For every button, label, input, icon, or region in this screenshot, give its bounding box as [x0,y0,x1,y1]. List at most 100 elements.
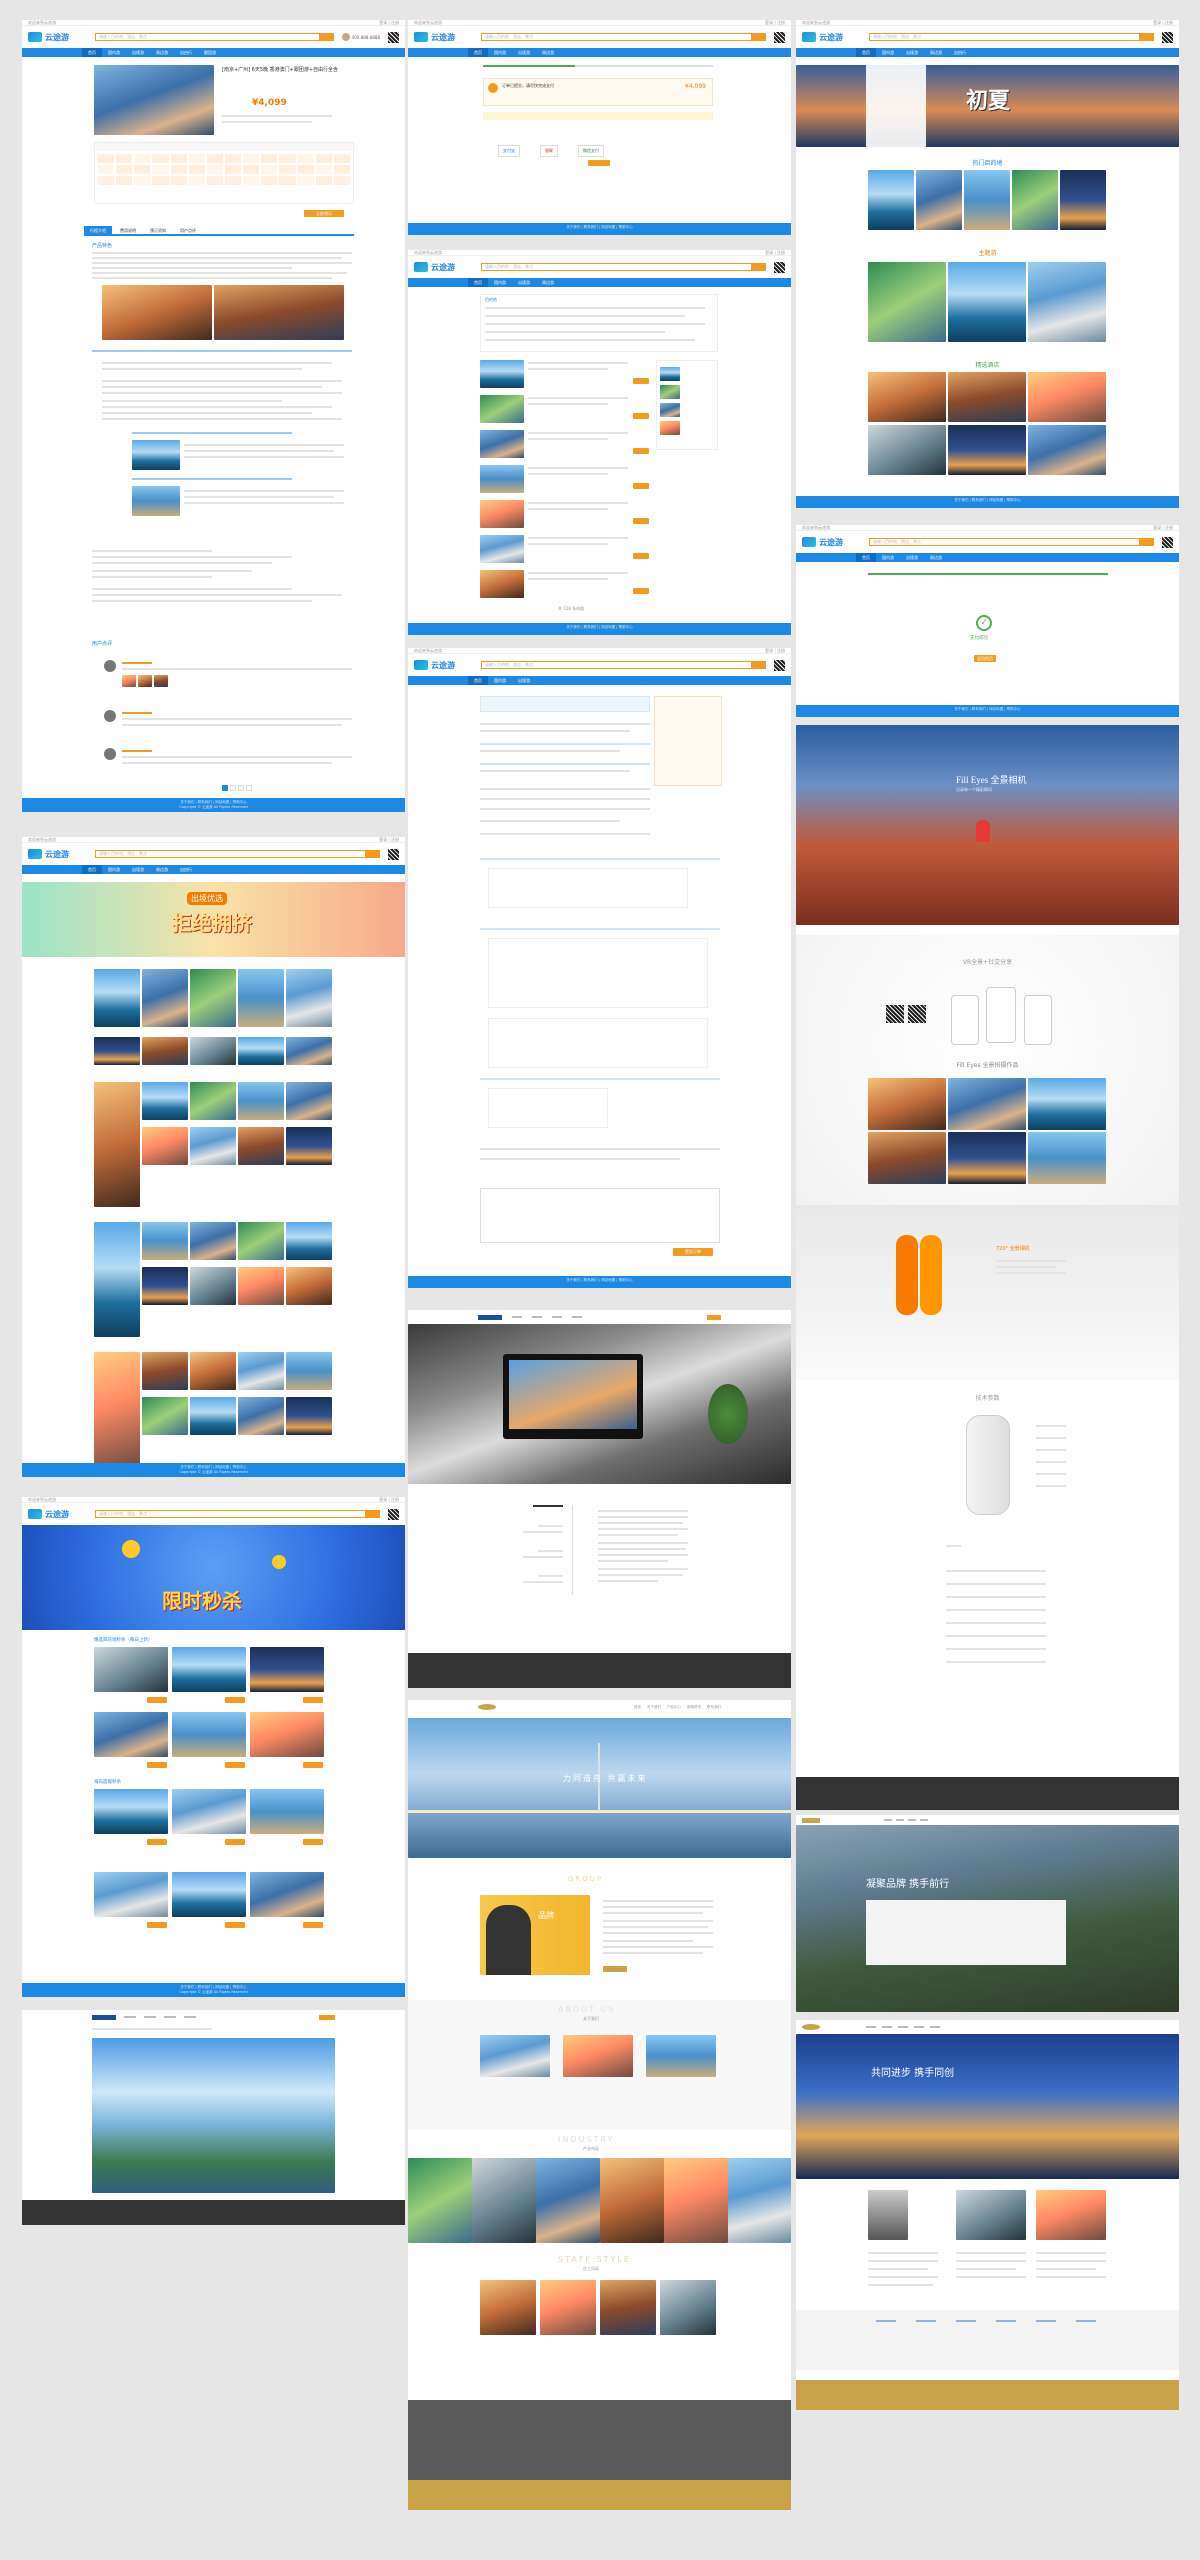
topic-banner: 出境优选 拒绝拥挤 [22,882,405,957]
order-amount: ¥4,099 [685,83,706,90]
pagination[interactable] [222,785,252,791]
staff-sub: 员工风采 [583,2266,599,2271]
city-banner: 共同进步 携手同创 [796,2034,1179,2179]
promo-banner: 初夏 [796,65,1179,147]
group-city-page: 共同进步 携手同创 [796,2020,1179,2410]
topic-page: 欢迎来到云途游 登录 | 注册 云途游 请输入目的地、酒店、景点 首页 国内游 出境游… [22,837,405,1477]
section-intro-title: 产品特色 [92,243,113,249]
book-button[interactable]: 立即预订 [304,210,344,217]
banner-title: 拒绝拥挤 [172,911,252,935]
app-title: VR全景+社交分享 [962,959,1013,966]
gallery-hero-image [92,2038,335,2193]
about-sub: 关于我们 [583,2016,599,2021]
company-intro-page [408,1310,791,1688]
detail-tabs: 行程介绍 费用说明 预订须知 用户点评 [84,226,354,236]
booking-widget[interactable] [866,65,926,147]
flash-sale-page: 欢迎来到云途游登录 | 注册 云途游 请输入目的地、酒店、景点 首页国内游出境游… [22,1497,405,1997]
nav-item-home[interactable]: 首页 [82,48,102,57]
pay-unionpay[interactable]: 银联 [540,145,558,157]
corp-footer [408,2400,791,2480]
seckill-section2-title: 海岛度假秒杀 [94,1780,121,1785]
header: 云途游 请输入目的地、酒店、景点 400-888-8888 [22,26,405,48]
nav-item-outbound[interactable]: 出境游 [126,48,150,57]
spec-title: 720° 全景相机 [996,1246,1030,1252]
camera-footer [796,1777,1179,1810]
logo-mark-icon [28,32,42,42]
staff-title: STAFF STYLE [558,2255,631,2264]
nav-item-group[interactable]: 跟团游 [198,48,222,57]
back-home-button[interactable]: 返回首页 [974,655,996,662]
banner-sub: 出境优选 [187,892,227,905]
banner-slogan: 力同造舟 共赢未来 [563,1774,648,1783]
tab-fees[interactable]: 费用说明 [114,226,142,234]
office-hero-image [408,1324,791,1484]
tab-itinerary[interactable]: 行程介绍 [84,226,112,234]
corp-nav: 首页 关于我们 产品中心 新闻资讯 联系我们 [408,1700,791,1714]
seckill-banner-title: 限时秒杀 [162,1589,242,1613]
dark-footer [22,2200,405,2225]
search-button[interactable] [319,33,334,41]
order-sidebar [654,696,722,786]
hotels-title: 精选酒店 [975,362,1000,369]
qr-code-icon [388,31,399,43]
tour-main-image [94,65,214,135]
corp-footer-bar [408,2480,791,2510]
corp-logo-icon [478,1704,496,1710]
city-footer-bar [796,2380,1179,2410]
seckill-section-title: 精选目的地秒杀（每日上新） [94,1638,153,1643]
booking-form-page: 欢迎来到云途游 登录 | 注册 云途游 请输入目的地、酒店、景点 首页 国内游 出境游 [408,648,791,1288]
camera-product-page: Fill Eyes 全景相机 记录每一个精彩瞬间 VR全景+社交分享 Fill … [796,725,1179,1810]
tour-title: [南京+广州] 6天5晚 香港澳门+跟团游+自由行全含 [222,67,339,73]
promo-home-page: 欢迎来到云途游 登录 | 注册 云途游 请输入目的地、酒店、景点 首页 国内游 出境游… [796,20,1179,508]
nav-item-free[interactable]: 自由行 [174,48,198,57]
tour-photo-1 [102,285,212,340]
tour-price: ¥4,099 [252,98,287,108]
tour-detail-page: 欢迎来到云途游 登录 | 注册 云途游 请输入目的地、酒店、景点 400-888-… [22,20,405,812]
result-count: 共 128 条线路 [558,606,585,611]
nav-item-domestic[interactable]: 国内游 [102,48,126,57]
hero-title: Fill Eyes 全景相机 [956,775,1027,785]
gallery-title: Fill Eyes 全景拍摄作品 [956,1062,1019,1069]
date-calendar[interactable] [94,142,354,204]
tab-reviews[interactable]: 用户点评 [174,226,202,234]
about-title: ABOUT US [558,2005,616,2014]
tour-photo-2 [214,285,344,340]
themes-title: 主题游 [978,250,997,257]
submit-order-button[interactable]: 提交订单 [673,1248,713,1256]
recommend-sidebar [656,360,718,450]
corporate-page: 首页 关于我们 产品中心 新闻资讯 联系我们 力同造舟 共赢未来 GROUP 品… [408,1700,791,2510]
success-text: 支付成功 [970,636,988,641]
tab-notice[interactable]: 预订须知 [144,226,172,234]
logo[interactable]: 云途游 [28,32,69,43]
pay-wechat[interactable]: 微信支付 [578,145,604,157]
industry-title: INDUSTRY [558,2135,615,2144]
agreement-box[interactable] [480,1188,720,1243]
order-summary: 订单已提交，请尽快完成支付 ¥4,099 [483,78,713,106]
main-nav: 首页 国内游 出境游 周边游 自由行 跟团游 [22,48,405,57]
search-bar[interactable]: 请输入目的地、酒店、景点 [95,33,334,41]
hotline: 400-888-8888 [341,33,380,41]
camera-product-image [966,1415,1010,1515]
hot-dest-title: 热门目的地 [972,160,1003,167]
footer: 关于我们 | 联系我们 | 网站地图 | 帮助中心 Copyright © 云途游… [22,798,405,812]
jumping-figure [976,820,990,842]
payment-methods: 支付宝 银联 微信支付 [498,145,604,157]
section-reviews-title: 用户点评 [92,641,113,647]
order-progress [483,65,713,67]
product-list-page: 欢迎来到云途游 登录 | 注册 云途游 请输入目的地、酒店、景点 首页 国内游 出境游… [408,250,791,635]
payment-success-page: 欢迎来到云途游 登录 | 注册 云途游 请输入目的地、酒店、景点 首页 国内游 出境游… [796,525,1179,717]
dark-footer [408,1653,791,1688]
camera-hero: Fill Eyes 全景相机 记录每一个精彩瞬间 [796,725,1179,925]
design-board: 欢迎来到云途游 登录 | 注册 云途游 请输入目的地、酒店、景点 400-888-… [0,0,1200,2560]
promo-headline: 初夏 [966,89,1011,114]
seckill-banner: 限时秒杀 [22,1525,405,1630]
nav-item-nearby[interactable]: 周边游 [150,48,174,57]
search-input[interactable]: 请输入目的地、酒店、景点 [95,33,320,41]
order-text: 订单已提交，请尽快完成支付 [502,83,554,88]
success-check-icon: ✓ [976,615,992,631]
day-photo-2 [132,486,180,516]
filter-panel[interactable]: 目的地 [480,294,718,352]
params-title: 技术参数 [975,1395,1000,1402]
pay-alipay[interactable]: 支付宝 [498,145,520,157]
industry-sub: 产业布局 [583,2146,599,2151]
